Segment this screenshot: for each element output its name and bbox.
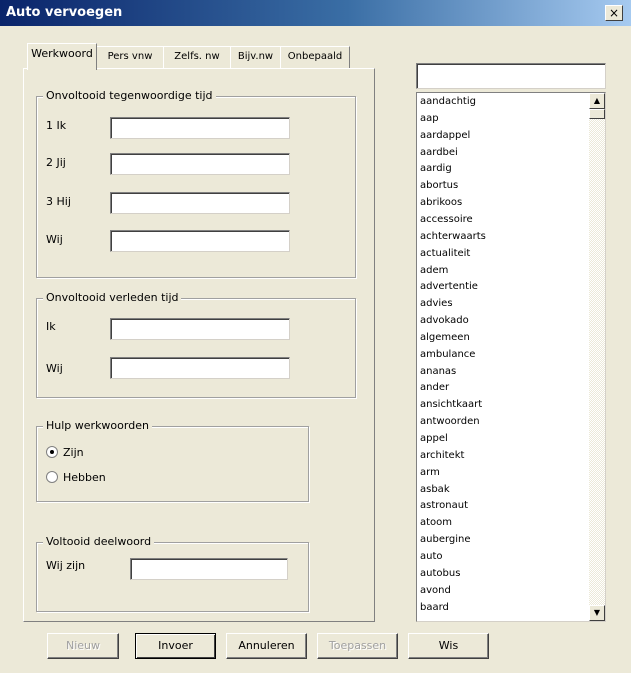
tab-panel-werkwoord: Onvoltooid tegenwoordige tijd 1 Ik 2 Jij… bbox=[23, 68, 375, 622]
tab-pers-vnw[interactable]: Pers vnw bbox=[96, 46, 164, 68]
radio-label[interactable]: Zijn bbox=[63, 446, 84, 459]
field-label: Wij bbox=[46, 233, 63, 246]
list-item[interactable]: avond bbox=[420, 585, 451, 597]
list-item[interactable]: aubergine bbox=[420, 534, 471, 546]
zijn-radio[interactable] bbox=[46, 446, 58, 458]
auto-vervoegen-dialog: Auto vervoegen × Werkwoord Pers vnw Zelf… bbox=[0, 0, 631, 673]
list-item[interactable]: appel bbox=[420, 433, 448, 445]
window-title: Auto vervoegen bbox=[6, 5, 123, 20]
field-label: 1 Ik bbox=[46, 119, 67, 132]
list-item[interactable]: actualiteit bbox=[420, 248, 470, 260]
list-item[interactable]: aardig bbox=[420, 163, 452, 175]
field-label: Wij zijn bbox=[46, 559, 86, 572]
wij-zijn-input[interactable] bbox=[130, 558, 288, 580]
list-item[interactable]: adem bbox=[420, 265, 448, 277]
toepassen-button[interactable]: Toepassen bbox=[317, 633, 398, 659]
list-item[interactable]: advokado bbox=[420, 315, 469, 327]
list-item[interactable]: ansichtkaart bbox=[420, 399, 482, 411]
radio-label[interactable]: Hebben bbox=[63, 471, 106, 484]
list-item[interactable]: arm bbox=[420, 467, 440, 479]
word-list[interactable]: aandachtig aap aardappel aardbei aardig abort… bbox=[416, 92, 606, 622]
past-ik-input[interactable] bbox=[110, 318, 290, 340]
tab-onbepaald[interactable]: Onbepaald bbox=[280, 46, 350, 68]
present-3-hij-input[interactable] bbox=[110, 192, 290, 214]
list-item[interactable]: antwoorden bbox=[420, 416, 480, 428]
field-label: 2 Jij bbox=[46, 156, 66, 169]
list-item[interactable]: aardbei bbox=[420, 147, 458, 159]
list-item[interactable]: asbak bbox=[420, 484, 450, 496]
list-item[interactable]: achterwaarts bbox=[420, 231, 486, 243]
group-legend: Hulp werkwoorden bbox=[43, 419, 152, 432]
group-present-tense: Onvoltooid tegenwoordige tijd 1 Ik 2 Jij… bbox=[36, 89, 356, 278]
list-item[interactable]: aap bbox=[420, 113, 439, 125]
past-wij-input[interactable] bbox=[110, 357, 290, 379]
list-item[interactable]: baard bbox=[420, 602, 449, 614]
list-item[interactable]: autobus bbox=[420, 568, 460, 580]
present-wij-input[interactable] bbox=[110, 230, 290, 252]
annuleren-button[interactable]: Annuleren bbox=[226, 633, 307, 659]
list-item[interactable]: ananas bbox=[420, 366, 456, 378]
scroll-thumb[interactable] bbox=[589, 109, 605, 119]
scroll-up-icon[interactable]: ▲ bbox=[589, 93, 605, 109]
list-item[interactable]: architekt bbox=[420, 450, 464, 462]
field-label: Ik bbox=[46, 320, 56, 333]
group-past-tense: Onvoltooid verleden tijd Ik Wij bbox=[36, 291, 356, 398]
scroll-down-icon[interactable]: ▼ bbox=[589, 605, 605, 621]
group-legend: Onvoltooid tegenwoordige tijd bbox=[43, 89, 216, 102]
list-scrollbar[interactable]: ▲ ▼ bbox=[589, 93, 605, 621]
list-item[interactable]: abortus bbox=[420, 180, 458, 192]
field-label: 3 Hij bbox=[46, 195, 71, 208]
group-legend: Onvoltooid verleden tijd bbox=[43, 291, 182, 304]
list-item[interactable]: astronaut bbox=[420, 500, 468, 512]
present-1-ik-input[interactable] bbox=[110, 117, 290, 139]
wis-button[interactable]: Wis bbox=[408, 633, 489, 659]
search-input[interactable] bbox=[416, 63, 606, 89]
present-2-jij-input[interactable] bbox=[110, 153, 290, 175]
title-bar[interactable]: Auto vervoegen × bbox=[0, 0, 631, 26]
group-legend: Voltooid deelwoord bbox=[43, 535, 155, 548]
tab-bijv-nw[interactable]: Bijv.nw bbox=[230, 46, 281, 68]
list-item[interactable]: aardappel bbox=[420, 130, 470, 142]
close-icon[interactable]: × bbox=[605, 5, 623, 21]
list-item[interactable]: algemeen bbox=[420, 332, 470, 344]
list-item[interactable]: ander bbox=[420, 382, 449, 394]
list-item[interactable]: advertentie bbox=[420, 281, 478, 293]
field-label: Wij bbox=[46, 362, 63, 375]
group-aux-verbs: Hulp werkwoorden Zijn Hebben bbox=[36, 419, 309, 502]
group-past-participle: Voltooid deelwoord Wij zijn bbox=[36, 535, 309, 612]
list-item[interactable]: ambulance bbox=[420, 349, 475, 361]
tab-zelfs-nw[interactable]: Zelfs. nw bbox=[163, 46, 231, 68]
hebben-radio[interactable] bbox=[46, 471, 58, 483]
list-item[interactable]: atoom bbox=[420, 517, 452, 529]
list-item[interactable]: advies bbox=[420, 298, 453, 310]
list-item[interactable]: abrikoos bbox=[420, 197, 462, 209]
nieuw-button[interactable]: Nieuw bbox=[47, 633, 119, 659]
invoer-button[interactable]: Invoer bbox=[135, 633, 216, 659]
tab-werkwoord[interactable]: Werkwoord bbox=[27, 43, 97, 70]
list-item[interactable]: aandachtig bbox=[420, 96, 476, 108]
list-item[interactable]: accessoire bbox=[420, 214, 473, 226]
list-item[interactable]: auto bbox=[420, 551, 443, 563]
